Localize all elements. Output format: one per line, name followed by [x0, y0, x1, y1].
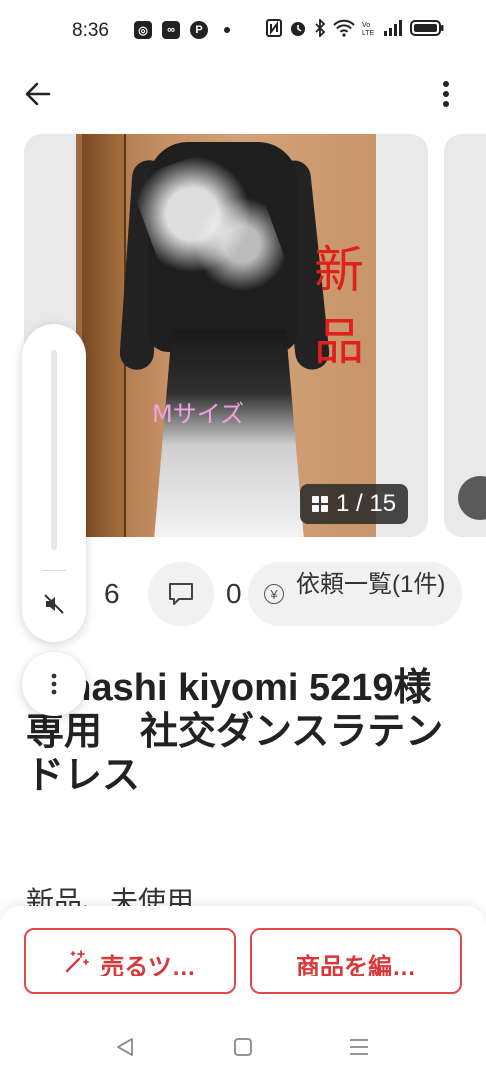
volume-more-button[interactable] — [22, 652, 86, 716]
sparkle-icon — [66, 950, 90, 973]
more-notifications-icon — [224, 27, 230, 33]
system-icons: Vo LTE — [266, 19, 444, 37]
volume-panel[interactable] — [22, 324, 86, 642]
dress-fringe-skirt — [154, 330, 304, 537]
request-list-button[interactable]: ¥ 依頼一覧(1件) — [248, 562, 462, 626]
like-count[interactable]: 6 — [104, 578, 120, 610]
svg-text:LTE: LTE — [362, 30, 375, 37]
comment-count: 0 — [226, 578, 242, 609]
nfc-icon — [266, 19, 282, 37]
edit-item-button[interactable]: 商品を編… — [250, 928, 462, 994]
battery-icon — [410, 20, 444, 36]
status-time: 8:36 — [72, 20, 109, 41]
volte-icon: VoLTE — [362, 22, 375, 37]
nav-recents-icon[interactable] — [348, 1036, 370, 1058]
infinity-icon: ∞ — [162, 21, 180, 39]
alarm-icon — [291, 22, 305, 36]
back-button[interactable] — [20, 76, 56, 112]
more-vertical-icon — [51, 673, 57, 695]
volume-slider[interactable] — [51, 350, 57, 550]
photo-overlay-new: 新品 — [314, 241, 366, 371]
wifi-icon — [333, 19, 355, 37]
signal-icon — [384, 20, 402, 36]
svg-text:Vo: Vo — [362, 22, 370, 29]
notification-icons: ◎ ∞ P — [134, 21, 230, 39]
grid-icon — [312, 496, 328, 512]
image-counter-text: 1 / 15 — [336, 490, 397, 517]
arrow-left-icon — [25, 82, 51, 106]
product-title: kahashi kiyomi 5219様 専用 社交ダンスラテンドレス — [26, 667, 466, 797]
yen-icon: ¥ — [264, 584, 284, 604]
comment-button[interactable] — [148, 562, 214, 626]
comment-icon — [169, 583, 193, 605]
status-bar: 8:36 ◎ ∞ P Vo LTE — [0, 0, 486, 64]
request-list-label: 依頼一覧(1件) — [296, 571, 446, 598]
pinterest-icon: P — [190, 21, 208, 39]
volume-divider — [42, 570, 66, 571]
sell-tool-button[interactable]: 売るツ… — [24, 928, 236, 994]
nav-home-icon[interactable] — [232, 1036, 254, 1058]
photo-overlay-size: Mサイズ — [152, 400, 244, 428]
more-options-button[interactable] — [428, 76, 464, 112]
nav-back-icon[interactable] — [114, 1036, 136, 1058]
more-vertical-icon — [443, 81, 449, 107]
image-counter[interactable]: 1 / 15 — [300, 484, 409, 524]
mute-button[interactable] — [38, 588, 70, 620]
edit-item-label: 商品を編… — [296, 954, 416, 976]
volume-muted-icon — [44, 594, 64, 614]
sell-tool-label: 売るツ… — [100, 954, 196, 976]
product-photo[interactable]: 新品 Mサイズ — [76, 134, 376, 537]
system-navigation-bar — [0, 1016, 486, 1080]
photo-door — [82, 134, 126, 537]
bluetooth-icon — [315, 19, 326, 37]
instagram-icon: ◎ — [134, 21, 152, 39]
